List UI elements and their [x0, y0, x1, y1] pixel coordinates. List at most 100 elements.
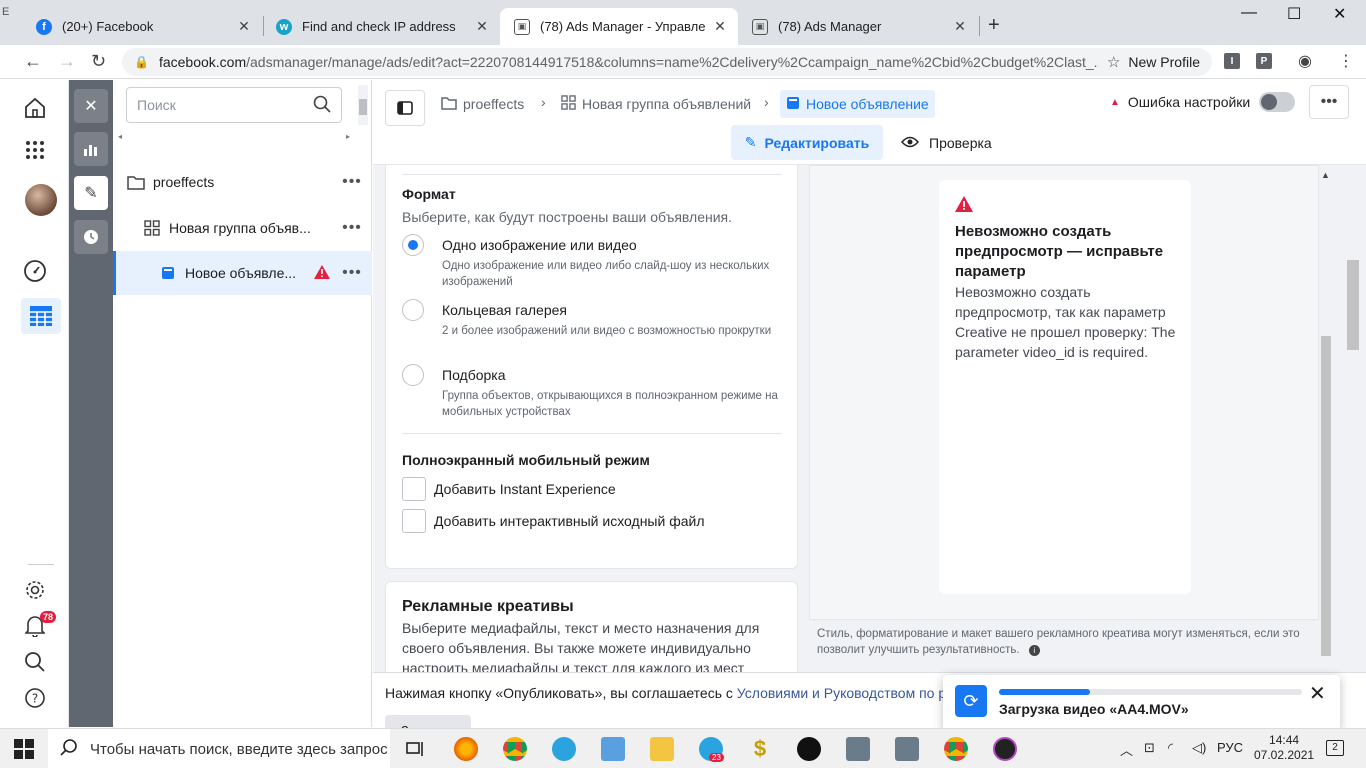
chrome-icon[interactable] — [503, 737, 527, 761]
checkbox-instant-experience[interactable] — [402, 477, 426, 501]
checkbox-label: Добавить Instant Experience — [434, 481, 616, 497]
wifi-icon[interactable]: ◜ — [1168, 740, 1173, 756]
more-options-icon[interactable]: ••• — [332, 264, 372, 282]
browser-menu-icon[interactable]: ⋮ — [1338, 51, 1354, 71]
checkbox-playable-source[interactable] — [402, 509, 426, 533]
firefox-icon[interactable] — [454, 737, 478, 761]
close-tab-icon[interactable]: ✕ — [236, 18, 252, 35]
breadcrumb-adset[interactable]: Новая группа объявлений — [561, 90, 751, 118]
apps-grid-icon[interactable] — [22, 137, 48, 163]
close-toast-icon[interactable]: ✕ — [1309, 681, 1326, 706]
tree-scrollbar[interactable] — [358, 85, 368, 125]
extension-p-icon[interactable]: P — [1256, 53, 1272, 69]
taskbar-search-input[interactable]: Чтобы начать поиск, введите здесь запрос — [48, 729, 390, 768]
close-tab-icon[interactable]: ✕ — [474, 18, 490, 35]
notification-center-icon[interactable]: 2 — [1326, 739, 1344, 756]
tree-search-input[interactable]: Поиск — [126, 87, 342, 123]
home-icon[interactable] — [22, 95, 48, 121]
option-description: Группа объектов, открывающихся в полноэк… — [442, 390, 778, 418]
breadcrumb-campaign[interactable]: proeffects — [441, 90, 524, 118]
close-tab-icon[interactable]: ✕ — [952, 18, 968, 35]
app-dark-circle-icon[interactable] — [797, 737, 821, 761]
terms-link[interactable]: Условиями и Руководством по ре — [737, 685, 954, 701]
tool-strip: ✕ ✎ — [69, 80, 113, 727]
tree-horizontal-scrollbar[interactable]: ◂ ▸ — [118, 132, 350, 141]
editor-header: proeffects › Новая группа объявлений › Н… — [373, 80, 1366, 165]
close-panel-icon[interactable]: ✕ — [74, 89, 108, 123]
telegram-icon[interactable] — [552, 737, 576, 761]
extension-i-icon[interactable]: I — [1224, 53, 1240, 69]
app-folder-icon[interactable] — [846, 737, 870, 761]
pencil-icon: ✎ — [744, 134, 757, 150]
tray-chevron-up-icon[interactable]: ︿ — [1120, 740, 1133, 759]
ads-manager-table-icon[interactable] — [21, 298, 61, 334]
reload-icon[interactable]: ↻ — [91, 51, 106, 72]
tree-item-adset[interactable]: Новая группа объяв... ••• — [113, 206, 372, 250]
forward-arrow-icon[interactable]: → — [58, 51, 76, 72]
minimize-icon[interactable]: — — [1241, 4, 1257, 22]
computer-icon[interactable] — [601, 737, 625, 761]
edit-mode-button[interactable]: ✎ Редактировать — [731, 125, 883, 160]
folder-icon — [441, 96, 457, 113]
tree-item-label: proeffects — [153, 174, 215, 190]
file-explorer-icon[interactable] — [650, 737, 674, 761]
tab-title: (78) Ads Manager — [778, 19, 882, 34]
page-scrollbar-thumb[interactable] — [1347, 260, 1359, 350]
option-title: Подборка — [442, 367, 506, 383]
address-bar[interactable]: 🔒 facebook.com/adsmanager/manage/ads/edi… — [122, 48, 1212, 76]
account-icon[interactable]: ◉ — [1298, 51, 1312, 71]
chart-bars-icon[interactable] — [74, 132, 108, 166]
maximize-icon[interactable]: ☐ — [1287, 4, 1301, 24]
help-icon[interactable]: ? — [22, 685, 48, 711]
tree-item-ad-selected[interactable]: Новое объявле... ••• — [113, 251, 372, 295]
url-text[interactable]: facebook.com/adsmanager/manage/ads/edit?… — [159, 54, 1099, 70]
tab-ip-check[interactable]: w Find and check IP address ✕ — [262, 8, 500, 45]
network-icon[interactable]: ⊡ — [1144, 740, 1155, 756]
tab-facebook[interactable]: f (20+) Facebook ✕ — [22, 8, 262, 45]
tree-item-label: Новая группа объяв... — [169, 220, 311, 236]
telegram-badge: 23 — [709, 753, 724, 762]
clock[interactable]: 14:44 07.02.2021 — [1254, 733, 1314, 763]
format-subtitle: Выберите, как будут построены ваши объяв… — [402, 209, 733, 225]
settings-gear-icon[interactable] — [22, 577, 48, 603]
dashboard-gauge-icon[interactable] — [22, 258, 48, 284]
svg-text:?: ? — [32, 692, 38, 706]
close-tab-icon[interactable]: ✕ — [712, 18, 728, 35]
edit-pencil-icon[interactable]: ✎ — [74, 176, 108, 210]
profile-label[interactable]: New Profile — [1128, 54, 1200, 70]
more-actions-button[interactable]: ••• — [1309, 85, 1349, 119]
window-close-icon[interactable]: ✕ — [1333, 4, 1346, 24]
tab-ads-manager-active[interactable]: ▣ (78) Ads Manager - Управление ✕ — [500, 8, 738, 45]
radio-carousel[interactable] — [402, 299, 424, 321]
more-options-icon[interactable]: ••• — [332, 173, 372, 191]
language-indicator[interactable]: РУС — [1217, 740, 1243, 755]
review-mode-button[interactable]: Проверка — [900, 125, 992, 160]
task-view-icon[interactable] — [405, 739, 425, 762]
ad-active-toggle[interactable] — [1259, 92, 1295, 112]
radio-collection[interactable] — [402, 364, 424, 386]
editor-main: Формат Выберите, как будут построены ваш… — [373, 165, 1366, 727]
breadcrumb-ad-current[interactable]: Новое объявление — [780, 90, 935, 118]
tree-item-campaign[interactable]: proeffects ••• — [113, 160, 372, 204]
option-title: Одно изображение или видео — [442, 237, 637, 253]
info-icon[interactable]: i — [1028, 645, 1040, 656]
search-icon[interactable] — [22, 649, 48, 675]
back-arrow-icon[interactable]: ← — [24, 51, 42, 72]
toggle-sidebar-icon[interactable] — [385, 90, 425, 126]
more-options-icon[interactable]: ••• — [332, 219, 372, 237]
new-tab-plus-icon[interactable]: + — [988, 14, 1000, 37]
radio-single-image-video[interactable] — [402, 234, 424, 256]
chrome-icon[interactable] — [944, 737, 968, 761]
tab-ads-manager[interactable]: ▣ (78) Ads Manager ✕ — [738, 8, 978, 45]
account-avatar[interactable] — [25, 184, 57, 216]
app-purple-icon[interactable] — [993, 737, 1017, 761]
preview-note: Стиль, форматирование и макет вашего рек… — [817, 628, 1300, 656]
windows-start-icon[interactable] — [14, 739, 34, 762]
volume-icon[interactable]: ◁) — [1192, 740, 1206, 756]
history-clock-icon[interactable] — [74, 220, 108, 254]
app-left-rail: 78 ? — [0, 80, 69, 727]
app-folder-icon[interactable] — [895, 737, 919, 761]
dollar-app-icon[interactable]: $ — [748, 737, 772, 761]
preview-scrollbar[interactable]: ▲ ▼ — [1320, 170, 1332, 682]
bookmark-star-icon[interactable]: ☆ — [1107, 53, 1120, 71]
